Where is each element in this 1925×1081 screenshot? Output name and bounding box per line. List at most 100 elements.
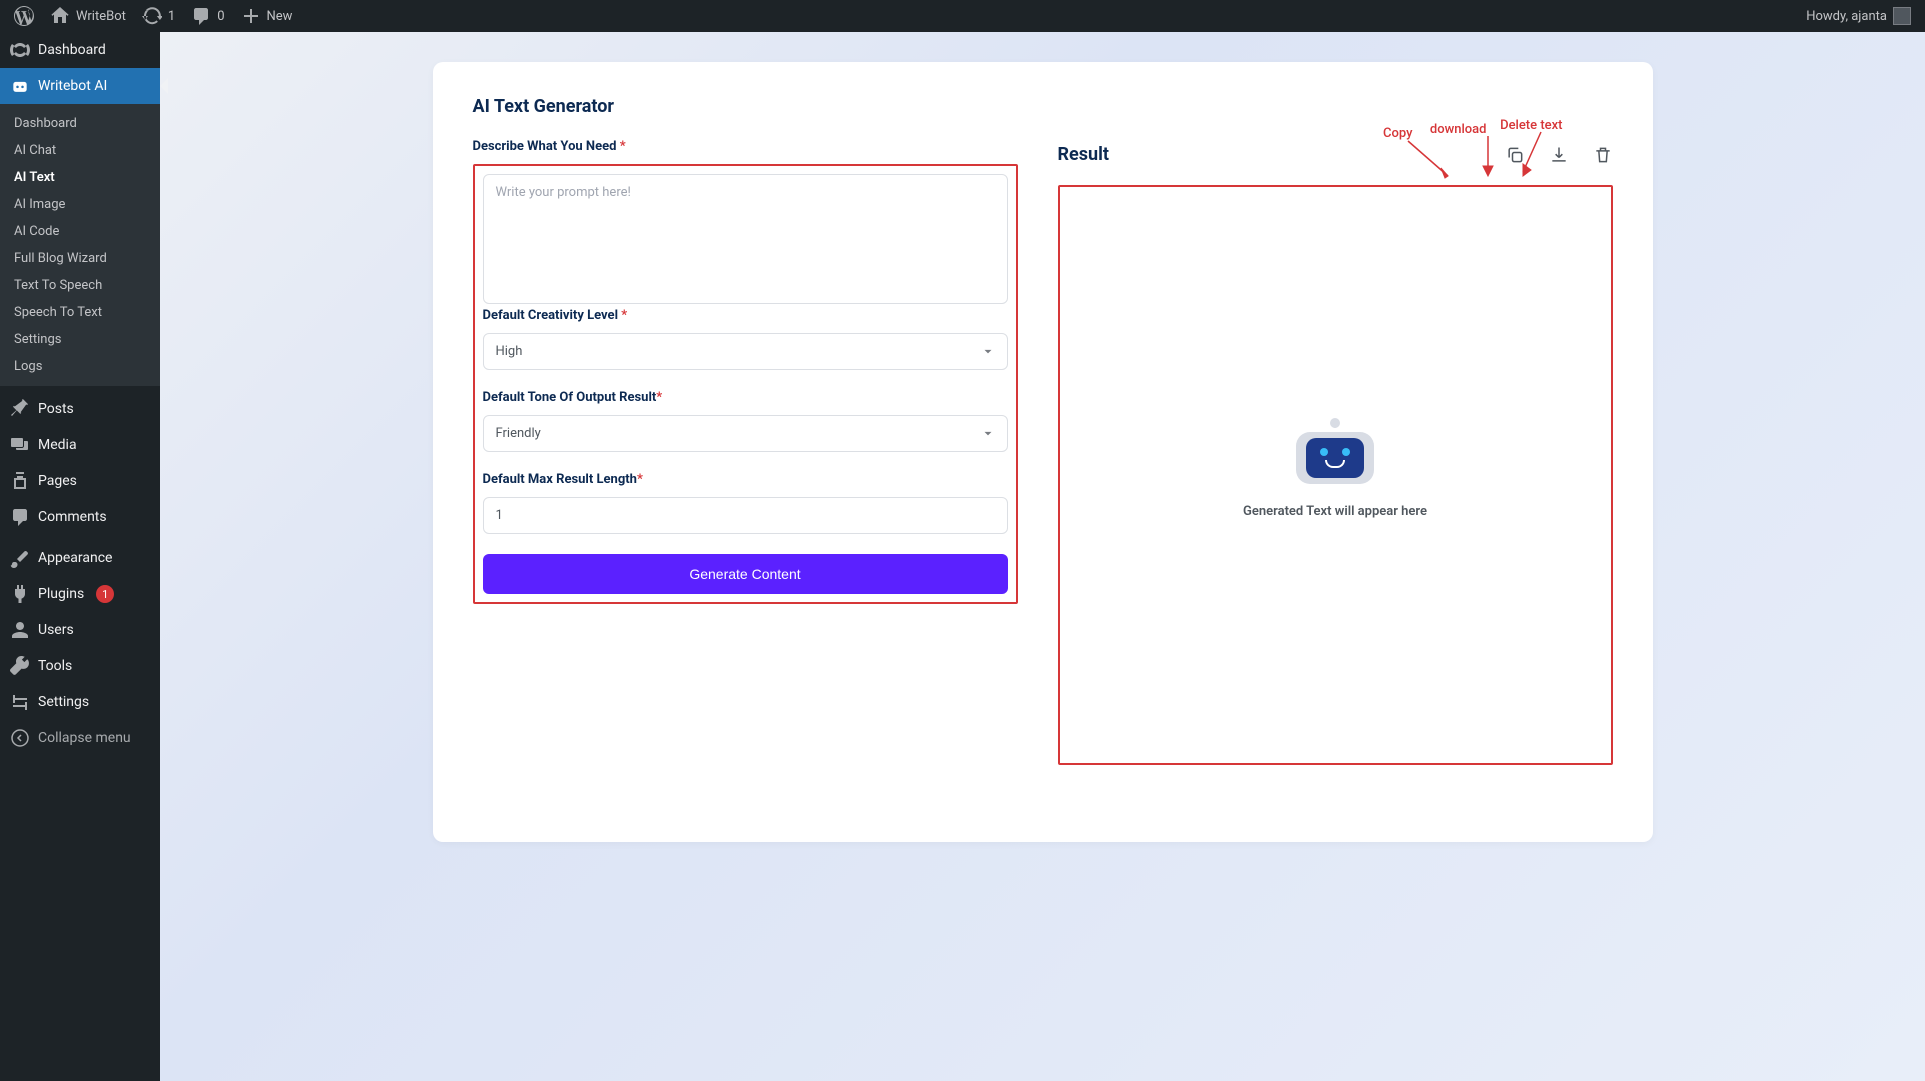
menu-label: Writebot AI bbox=[38, 78, 107, 94]
user-icon bbox=[10, 620, 30, 640]
result-placeholder-text: Generated Text will appear here bbox=[1243, 504, 1427, 519]
menu-label: Posts bbox=[38, 401, 74, 417]
menu-label: Settings bbox=[38, 694, 89, 710]
bot-icon bbox=[10, 76, 30, 96]
menu-label: Dashboard bbox=[38, 42, 106, 58]
creativity-select[interactable]: High bbox=[483, 333, 1008, 370]
submenu-ai-chat[interactable]: AI Chat bbox=[0, 137, 160, 164]
copy-icon bbox=[1505, 145, 1525, 165]
trash-icon bbox=[1593, 145, 1613, 165]
menu-label: Pages bbox=[38, 473, 77, 489]
menu-appearance[interactable]: Appearance bbox=[0, 540, 160, 576]
creativity-value: High bbox=[496, 344, 523, 359]
admin-sidebar: Dashboard Writebot AI Dashboard AI Chat … bbox=[0, 32, 160, 1081]
menu-users[interactable]: Users bbox=[0, 612, 160, 648]
submenu-dashboard[interactable]: Dashboard bbox=[0, 110, 160, 137]
new-label: New bbox=[267, 9, 293, 24]
howdy-link[interactable]: Howdy, ajanta bbox=[1798, 0, 1919, 32]
submenu-full-blog-wizard[interactable]: Full Blog Wizard bbox=[0, 245, 160, 272]
main-card: AI Text Generator Describe What You Need… bbox=[433, 62, 1653, 842]
result-header: Result bbox=[1058, 144, 1613, 165]
menu-label: Comments bbox=[38, 509, 107, 525]
new-link[interactable]: New bbox=[233, 0, 301, 32]
result-title: Result bbox=[1058, 144, 1109, 165]
media-icon bbox=[10, 435, 30, 455]
collapse-icon bbox=[10, 728, 30, 748]
comment-icon bbox=[191, 6, 211, 26]
wp-logo[interactable] bbox=[6, 0, 42, 32]
site-name: WriteBot bbox=[76, 9, 126, 24]
submenu-text-to-speech[interactable]: Text To Speech bbox=[0, 272, 160, 299]
comments-icon bbox=[10, 507, 30, 527]
menu-label: Media bbox=[38, 437, 77, 453]
submenu-ai-image[interactable]: AI Image bbox=[0, 191, 160, 218]
chevron-down-icon bbox=[981, 427, 995, 441]
sliders-icon bbox=[10, 692, 30, 712]
menu-tools[interactable]: Tools bbox=[0, 648, 160, 684]
menu-pages[interactable]: Pages bbox=[0, 463, 160, 499]
bot-avatar-icon bbox=[1296, 432, 1374, 484]
wrench-icon bbox=[10, 656, 30, 676]
update-icon bbox=[142, 6, 162, 26]
tone-value: Friendly bbox=[496, 426, 541, 441]
admin-bar: WriteBot 1 0 New Howdy, ajanta bbox=[0, 0, 1925, 32]
brush-icon bbox=[10, 548, 30, 568]
form-column: AI Text Generator Describe What You Need… bbox=[473, 96, 1018, 808]
avatar-icon bbox=[1893, 7, 1911, 25]
menu-comments[interactable]: Comments bbox=[0, 499, 160, 535]
generate-button[interactable]: Generate Content bbox=[483, 554, 1008, 594]
submenu-speech-to-text[interactable]: Speech To Text bbox=[0, 299, 160, 326]
menu-media[interactable]: Media bbox=[0, 427, 160, 463]
menu-collapse[interactable]: Collapse menu bbox=[0, 720, 160, 756]
label-creativity: Default Creativity Level * bbox=[483, 308, 1008, 323]
maxlen-input[interactable] bbox=[483, 497, 1008, 534]
label-tone: Default Tone Of Output Result* bbox=[483, 390, 1008, 405]
plus-icon bbox=[241, 6, 261, 26]
submenu-ai-code[interactable]: AI Code bbox=[0, 218, 160, 245]
label-maxlen: Default Max Result Length* bbox=[483, 472, 1008, 487]
content-area: AI Text Generator Describe What You Need… bbox=[160, 32, 1925, 1081]
menu-settings[interactable]: Settings bbox=[0, 684, 160, 720]
delete-button[interactable] bbox=[1593, 145, 1613, 165]
comments-count: 0 bbox=[217, 9, 224, 24]
plugin-icon bbox=[10, 584, 30, 604]
admin-bar-right: Howdy, ajanta bbox=[1798, 0, 1919, 32]
prompt-textarea[interactable] bbox=[483, 174, 1008, 304]
wordpress-icon bbox=[14, 6, 34, 26]
menu-label: Appearance bbox=[38, 550, 112, 566]
submenu-writebot: Dashboard AI Chat AI Text AI Image AI Co… bbox=[0, 104, 160, 386]
home-icon bbox=[50, 6, 70, 26]
admin-bar-left: WriteBot 1 0 New bbox=[6, 0, 300, 32]
updates-count: 1 bbox=[168, 9, 175, 24]
plugin-update-badge: 1 bbox=[96, 585, 114, 603]
result-output-box: Generated Text will appear here bbox=[1058, 185, 1613, 765]
comments-link[interactable]: 0 bbox=[183, 0, 232, 32]
menu-label: Collapse menu bbox=[38, 730, 131, 746]
updates-link[interactable]: 1 bbox=[134, 0, 183, 32]
chevron-down-icon bbox=[981, 345, 995, 359]
pages-icon bbox=[10, 471, 30, 491]
download-icon bbox=[1549, 145, 1569, 165]
submenu-settings[interactable]: Settings bbox=[0, 326, 160, 353]
copy-button[interactable] bbox=[1505, 145, 1525, 165]
dashboard-icon bbox=[10, 40, 30, 60]
pin-icon bbox=[10, 399, 30, 419]
menu-posts[interactable]: Posts bbox=[0, 391, 160, 427]
howdy-text: Howdy, ajanta bbox=[1806, 9, 1887, 24]
result-column: Copy download Delete text Result bbox=[1058, 96, 1613, 808]
menu-label: Users bbox=[38, 622, 74, 638]
submenu-logs[interactable]: Logs bbox=[0, 353, 160, 380]
tone-select[interactable]: Friendly bbox=[483, 415, 1008, 452]
result-actions bbox=[1505, 145, 1613, 165]
form-highlight-box: Default Creativity Level * High Default … bbox=[473, 164, 1018, 604]
menu-label: Tools bbox=[38, 658, 72, 674]
download-button[interactable] bbox=[1549, 145, 1569, 165]
menu-writebot[interactable]: Writebot AI bbox=[0, 68, 160, 104]
submenu-ai-text[interactable]: AI Text bbox=[0, 164, 160, 191]
menu-plugins[interactable]: Plugins 1 bbox=[0, 576, 160, 612]
page-title: AI Text Generator bbox=[473, 96, 1018, 117]
menu-dashboard[interactable]: Dashboard bbox=[0, 32, 160, 68]
site-name-link[interactable]: WriteBot bbox=[42, 0, 134, 32]
label-describe: Describe What You Need * bbox=[473, 139, 1018, 154]
menu-label: Plugins bbox=[38, 586, 84, 602]
